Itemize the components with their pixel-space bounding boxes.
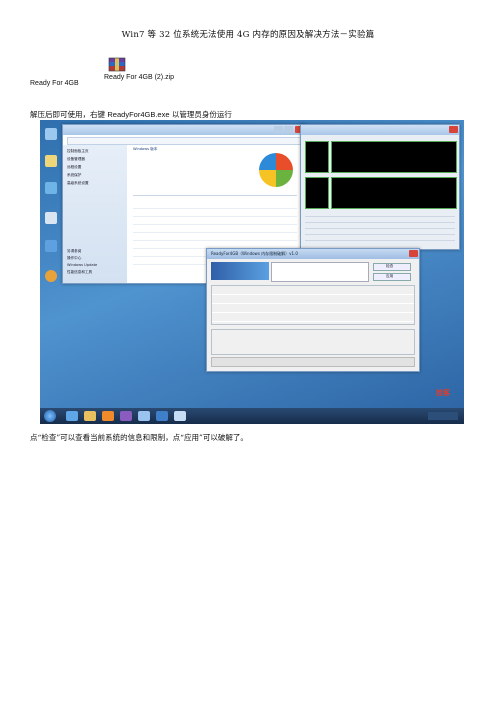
close-button[interactable] (409, 250, 418, 257)
winrar-icon[interactable] (120, 411, 132, 421)
apply-button[interactable]: 应用 (373, 273, 411, 281)
address-bar[interactable] (67, 137, 301, 145)
file-label: Ready For 4GB (30, 80, 79, 87)
system-window-tab-icon[interactable] (138, 411, 150, 421)
check-button[interactable]: 检查 (373, 263, 411, 271)
attachment-link[interactable]: Ready For 4GB (2).zip (104, 74, 174, 81)
readyfor4gb-window: ReadyFor4GB（Windows 内存限制破解）v1.0 检查 应用 (206, 248, 420, 372)
network-icon[interactable] (45, 182, 57, 194)
system-tray (428, 412, 458, 420)
instruction-part1: 解压后即可使用，右键 (30, 110, 108, 119)
stats-panel (305, 211, 455, 243)
app-shortcut-icon[interactable] (45, 270, 57, 282)
readyfor4gb-tab-icon[interactable] (174, 411, 186, 421)
ie-icon[interactable] (66, 411, 78, 421)
app-logo-banner (211, 262, 269, 280)
task-manager-window (300, 124, 460, 250)
side-menu-item[interactable]: 远程设置 (67, 165, 81, 170)
side-menu-item[interactable]: 设备管理器 (67, 157, 85, 162)
memory-graph (305, 177, 329, 209)
recycle-bin-icon[interactable] (45, 212, 57, 224)
divider (133, 195, 297, 196)
maximize-button[interactable] (284, 126, 293, 133)
see-also-heading: 另请参阅 (67, 249, 82, 253)
task-manager-tab-icon[interactable] (156, 411, 168, 421)
start-button[interactable] (44, 410, 56, 422)
close-button[interactable] (449, 126, 458, 133)
side-menu-item[interactable]: 控制面板主页 (67, 149, 89, 154)
side-menu-item[interactable]: 系统保护 (67, 173, 81, 178)
status-bar (211, 357, 415, 367)
see-also-item[interactable]: 性能信息和工具 (67, 270, 92, 275)
user-folder-icon[interactable] (45, 155, 57, 167)
page-title: Win7 等 32 位系统无法使用 4G 内存的原因及解决方法－实验篇 (121, 30, 375, 40)
media-player-icon[interactable] (102, 411, 114, 421)
cpu-graph (305, 141, 329, 173)
embedded-screenshot: 控制面板主页 设备管理器 远程设置 系统保护 高级系统设置 另请参阅 操作中心 … (40, 120, 464, 424)
windows-logo-icon (259, 153, 293, 187)
side-menu-item[interactable]: 高级系统设置 (67, 181, 89, 186)
app-titlebar: ReadyFor4GB（Windows 内存限制破解）v1.0 (207, 249, 419, 259)
app-result-box (211, 329, 415, 355)
memory-history-graph (331, 177, 457, 209)
watermark: 捡客 (436, 389, 450, 397)
side-panel: 控制面板主页 设备管理器 远程设置 系统保护 高级系统设置 另请参阅 操作中心 … (63, 145, 127, 283)
instruction-text: 解压后即可使用，右键 ReadyFor4GB.exe 以管理员身份运行 (30, 109, 232, 120)
computer-icon[interactable] (45, 128, 57, 140)
caption-text: 点“检查”可以查看当前系统的信息和限制，点“应用”可以破解了。 (30, 433, 248, 442)
see-also-item[interactable]: 操作中心 (67, 256, 81, 261)
app-title: ReadyFor4GB（Windows 内存限制破解）v1.0 (211, 251, 298, 256)
app-group-box (211, 285, 415, 325)
exe-name: ReadyFor4GB.exe (107, 110, 170, 119)
see-also-item[interactable]: Windows Update (67, 263, 97, 267)
app-info-box (271, 262, 369, 282)
explorer-icon[interactable] (84, 411, 96, 421)
minimize-button[interactable] (274, 126, 283, 133)
windows-edition-heading: Windows 版本 (133, 147, 158, 151)
task-manager-titlebar (301, 125, 459, 135)
taskbar (40, 408, 464, 424)
cpu-history-graph (331, 141, 457, 173)
system-window-titlebar (63, 125, 305, 135)
instruction-part2: 以管理员身份运行 (169, 110, 232, 119)
winrar-archive-icon[interactable] (108, 57, 126, 73)
browser-icon[interactable] (45, 240, 57, 252)
